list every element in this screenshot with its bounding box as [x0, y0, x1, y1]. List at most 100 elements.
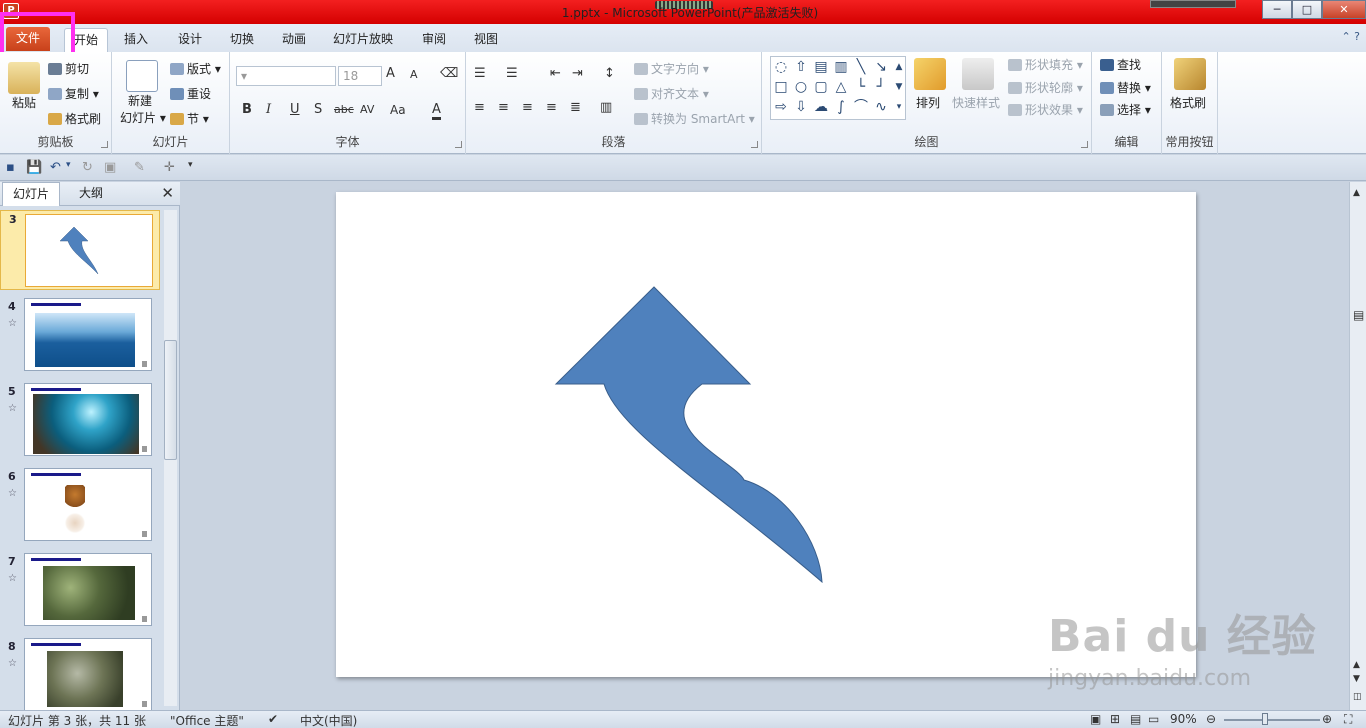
qat-more-icon[interactable]: ▾: [188, 160, 193, 170]
bullets-icon[interactable]: ☰: [474, 66, 486, 81]
scroll-up-icon[interactable]: ▲: [1353, 188, 1360, 198]
change-case-button[interactable]: Aa: [390, 103, 406, 117]
tab-animations[interactable]: 动画: [274, 28, 314, 52]
pane-close-icon[interactable]: ✕: [161, 184, 174, 202]
screenshot-icon[interactable]: ▣: [104, 160, 116, 175]
shape-fill-button[interactable]: 形状填充 ▾: [1008, 56, 1083, 73]
zoom-out-icon[interactable]: ⊖: [1206, 712, 1216, 726]
decrease-indent-icon[interactable]: ⇤: [550, 66, 561, 81]
thumbnail-scroll-thumb[interactable]: [164, 340, 177, 460]
copy-button[interactable]: 复制 ▾: [48, 85, 99, 102]
tab-outline[interactable]: 大纲: [64, 182, 118, 206]
drawing-launcher-icon[interactable]: [1081, 141, 1088, 148]
tab-view[interactable]: 视图: [466, 28, 506, 52]
shrink-font-button[interactable]: A: [410, 68, 418, 81]
shapes-gallery[interactable]: ◌ ⇧ ▤ ▥ ╲ ↘ □ ○ ▢ △ └ ┘ ⇨ ⇩ ☁ ∫ ⌒ ∿ ▲ ▼ …: [770, 56, 906, 120]
tab-slideshow[interactable]: 幻灯片放映: [326, 28, 400, 52]
redo-icon[interactable]: ↻: [82, 160, 93, 175]
align-center-icon[interactable]: ≡: [498, 100, 509, 115]
zoom-in-icon[interactable]: ⊕: [1322, 712, 1332, 726]
minimize-button[interactable]: ─: [1262, 0, 1292, 19]
clear-format-icon[interactable]: ⌫: [440, 66, 458, 81]
close-button[interactable]: ✕: [1322, 0, 1366, 19]
arrange-button[interactable]: 排列: [916, 94, 940, 111]
shape-elbow-icon[interactable]: └: [853, 79, 869, 95]
scroll-thumb-icon[interactable]: ▤: [1353, 308, 1364, 322]
save-icon[interactable]: 💾: [26, 160, 42, 175]
language[interactable]: 中文(中国): [300, 712, 357, 728]
fit-slide-icon[interactable]: ◫: [1353, 692, 1362, 702]
align-text-button[interactable]: 对齐文本 ▾: [634, 85, 709, 102]
gallery-scroll-down-icon[interactable]: ▼: [891, 79, 907, 95]
shape-rounded-rect-icon[interactable]: ▢: [813, 79, 829, 95]
slide-thumbnail-4[interactable]: 4 ☆: [0, 298, 160, 378]
clipboard-launcher-icon[interactable]: [101, 141, 108, 148]
increase-indent-icon[interactable]: ⇥: [572, 66, 583, 81]
tab-insert[interactable]: 插入: [116, 28, 156, 52]
fit-window-icon[interactable]: ⛶: [1344, 712, 1352, 727]
reading-view-icon[interactable]: ▤: [1130, 712, 1141, 726]
shape-callout-icon[interactable]: ◌: [773, 59, 789, 75]
shape-arc-icon[interactable]: ⌒: [853, 99, 869, 115]
strikethrough-button[interactable]: abc: [334, 103, 354, 116]
shape-elbow-arrow-icon[interactable]: ┘: [873, 79, 889, 95]
shape-curve-icon[interactable]: ∫: [833, 99, 849, 115]
slide-sorter-icon[interactable]: ⊞: [1110, 712, 1120, 726]
scroll-prev-slide-icon[interactable]: ▲: [1353, 660, 1360, 670]
help-icon[interactable]: ⌃ ?: [1341, 30, 1360, 43]
slide-thumbnail-5[interactable]: 5 ☆: [0, 383, 160, 463]
tab-review[interactable]: 审阅: [414, 28, 454, 52]
shape-arrow-line-icon[interactable]: ↘: [873, 59, 889, 75]
align-right-icon[interactable]: ≡: [522, 100, 533, 115]
gallery-scroll-up-icon[interactable]: ▲: [891, 59, 907, 75]
maximize-button[interactable]: □: [1292, 0, 1322, 19]
scroll-next-slide-icon[interactable]: ▼: [1353, 674, 1360, 684]
tab-design[interactable]: 设计: [170, 28, 210, 52]
gallery-more-icon[interactable]: ▾: [891, 99, 907, 115]
paragraph-launcher-icon[interactable]: [751, 141, 758, 148]
common-format-painter-button[interactable]: 格式刷: [1170, 94, 1206, 111]
slide-thumbnail-8[interactable]: 8 ☆: [0, 638, 160, 718]
numbering-icon[interactable]: ☰: [506, 66, 518, 81]
shape-outline-button[interactable]: 形状轮廓 ▾: [1008, 79, 1083, 96]
shape-line-icon[interactable]: ╲: [853, 59, 869, 75]
paste-button[interactable]: 粘贴: [12, 94, 36, 111]
crop-icon[interactable]: ✛: [164, 160, 175, 175]
arrange-icon[interactable]: [914, 58, 946, 90]
new-slide-icon[interactable]: [126, 60, 158, 92]
grow-font-button[interactable]: A: [386, 66, 395, 81]
smartart-button[interactable]: 转换为 SmartArt ▾: [634, 110, 755, 127]
shape-right-arrow-icon[interactable]: ⇨: [773, 99, 789, 115]
font-launcher-icon[interactable]: [455, 141, 462, 148]
font-color-button[interactable]: A: [432, 102, 441, 120]
editor-vertical-scrollbar[interactable]: ▲ ▤ ▲ ▼ ◫: [1349, 182, 1366, 710]
format-painter-broom-icon[interactable]: [1174, 58, 1206, 90]
shape-oval-icon[interactable]: ○: [793, 79, 809, 95]
quick-styles-icon[interactable]: [962, 58, 994, 90]
font-name-combo[interactable]: ▾: [236, 66, 336, 86]
shape-rectangle-icon[interactable]: □: [773, 79, 789, 95]
tab-transitions[interactable]: 切换: [222, 28, 262, 52]
shape-up-arrow-icon[interactable]: ⇧: [793, 59, 809, 75]
text-direction-button[interactable]: 文字方向 ▾: [634, 60, 709, 77]
shape-textbox-icon[interactable]: ▤: [813, 59, 829, 75]
select-button[interactable]: 选择 ▾: [1100, 101, 1151, 118]
find-button[interactable]: 查找: [1100, 56, 1141, 73]
font-size-combo[interactable]: 18: [338, 66, 382, 86]
justify-icon[interactable]: ≡: [546, 100, 557, 115]
undo-icon[interactable]: ↶: [50, 160, 61, 175]
zoom-slider-thumb[interactable]: [1262, 713, 1268, 725]
shape-effects-button[interactable]: 形状效果 ▾: [1008, 101, 1083, 118]
slide-thumbnail-7[interactable]: 7 ☆: [0, 553, 160, 633]
shape-cloud-icon[interactable]: ☁: [813, 99, 829, 115]
columns-icon[interactable]: ▥: [600, 100, 612, 115]
distributed-icon[interactable]: ≣: [570, 100, 581, 115]
format-painter-button[interactable]: 格式刷: [48, 110, 101, 127]
thumbnail-scrollbar[interactable]: [164, 210, 177, 706]
zoom-level[interactable]: 90%: [1170, 712, 1197, 726]
cut-button[interactable]: 剪切: [48, 60, 89, 77]
slideshow-view-icon[interactable]: ▭: [1148, 712, 1159, 726]
shape-down-arrow-icon[interactable]: ⇩: [793, 99, 809, 115]
shadow-button[interactable]: S: [314, 102, 322, 117]
qat-customize-icon[interactable]: ▪: [6, 160, 15, 175]
